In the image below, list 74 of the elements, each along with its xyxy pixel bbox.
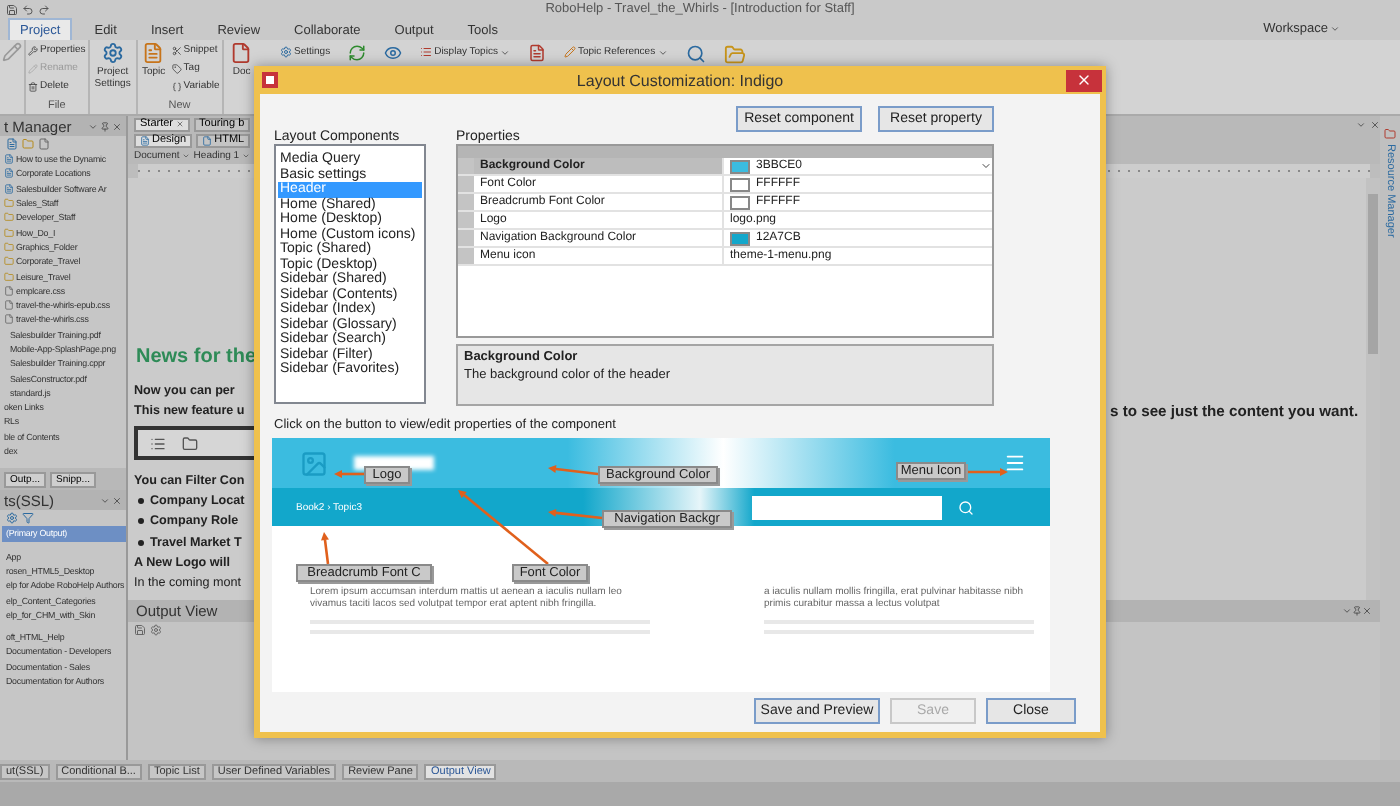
save-icon[interactable] xyxy=(6,3,18,15)
search-icon[interactable] xyxy=(685,44,706,64)
document-icon[interactable] xyxy=(527,44,546,62)
app-icon xyxy=(262,72,278,88)
folder-icon xyxy=(1384,128,1396,140)
search-icon[interactable] xyxy=(958,499,974,515)
scissors-icon xyxy=(171,45,182,55)
topic-icon xyxy=(4,183,14,194)
image-icon xyxy=(300,449,328,477)
list-icon xyxy=(420,46,433,58)
file-icon xyxy=(4,314,14,325)
redo-icon[interactable] xyxy=(38,3,50,15)
bullet-icon xyxy=(138,539,144,546)
color-swatch[interactable] xyxy=(730,159,750,173)
arrow xyxy=(548,465,599,476)
pencil-icon[interactable] xyxy=(2,42,22,62)
file-icon[interactable] xyxy=(38,138,50,150)
tag-icon xyxy=(171,63,182,73)
undo-icon[interactable] xyxy=(22,3,34,15)
refresh-icon[interactable] xyxy=(348,44,367,62)
file-icon xyxy=(4,300,14,311)
pin-icon xyxy=(100,121,110,131)
gear-icon xyxy=(101,42,124,64)
menu-icon[interactable] xyxy=(1004,452,1026,474)
page-icon xyxy=(202,135,213,145)
page-icon xyxy=(140,135,150,145)
caret-icon xyxy=(499,47,510,57)
search-field[interactable] xyxy=(752,495,942,519)
caret-icon xyxy=(657,47,668,57)
vertical-scrollbar[interactable] xyxy=(1366,178,1380,600)
save-icon[interactable] xyxy=(134,624,146,636)
arrow xyxy=(321,532,330,565)
caret-icon xyxy=(1330,24,1340,34)
topic-icon xyxy=(4,154,14,165)
bullet-icon xyxy=(138,497,144,504)
heading: News for the xyxy=(134,346,256,368)
color-swatch[interactable] xyxy=(730,195,750,209)
folder-icon xyxy=(4,212,14,223)
close-icon xyxy=(1076,72,1092,88)
document-icon xyxy=(230,42,253,64)
folder-icon[interactable] xyxy=(723,44,746,66)
pencil-icon xyxy=(563,46,576,58)
dialog-title: Layout Customization: Indigo xyxy=(576,71,784,89)
pin-icon xyxy=(1352,606,1362,616)
topic-icon[interactable] xyxy=(6,138,18,150)
folder-icon[interactable] xyxy=(182,435,198,451)
color-swatch[interactable] xyxy=(730,231,750,245)
close-button[interactable] xyxy=(1066,69,1102,91)
arrow xyxy=(966,468,1008,476)
file-icon xyxy=(4,285,14,296)
bullet-icon xyxy=(138,518,144,525)
caret-icon xyxy=(1342,606,1352,616)
filter-icon[interactable] xyxy=(22,512,34,525)
color-swatch[interactable] xyxy=(730,177,750,191)
caret-icon[interactable] xyxy=(980,160,992,172)
gear-icon[interactable] xyxy=(6,512,18,525)
list-icon[interactable] xyxy=(150,435,166,451)
arrow xyxy=(334,470,364,478)
wrench-icon xyxy=(28,45,38,55)
topic-icon xyxy=(142,42,165,64)
caret-icon xyxy=(100,495,110,506)
topic-icon xyxy=(4,168,14,179)
folder-icon xyxy=(4,241,14,252)
folder-icon xyxy=(4,198,14,209)
gear-icon[interactable] xyxy=(150,624,162,636)
folder-icon xyxy=(4,227,14,238)
eye-icon[interactable] xyxy=(384,44,403,62)
caret-icon xyxy=(1356,119,1366,129)
folder-icon xyxy=(4,256,14,267)
folder-icon xyxy=(4,271,14,282)
braces-icon xyxy=(171,81,182,91)
gear-icon xyxy=(280,46,292,58)
trash-icon xyxy=(28,81,38,91)
caret-icon xyxy=(88,121,98,131)
